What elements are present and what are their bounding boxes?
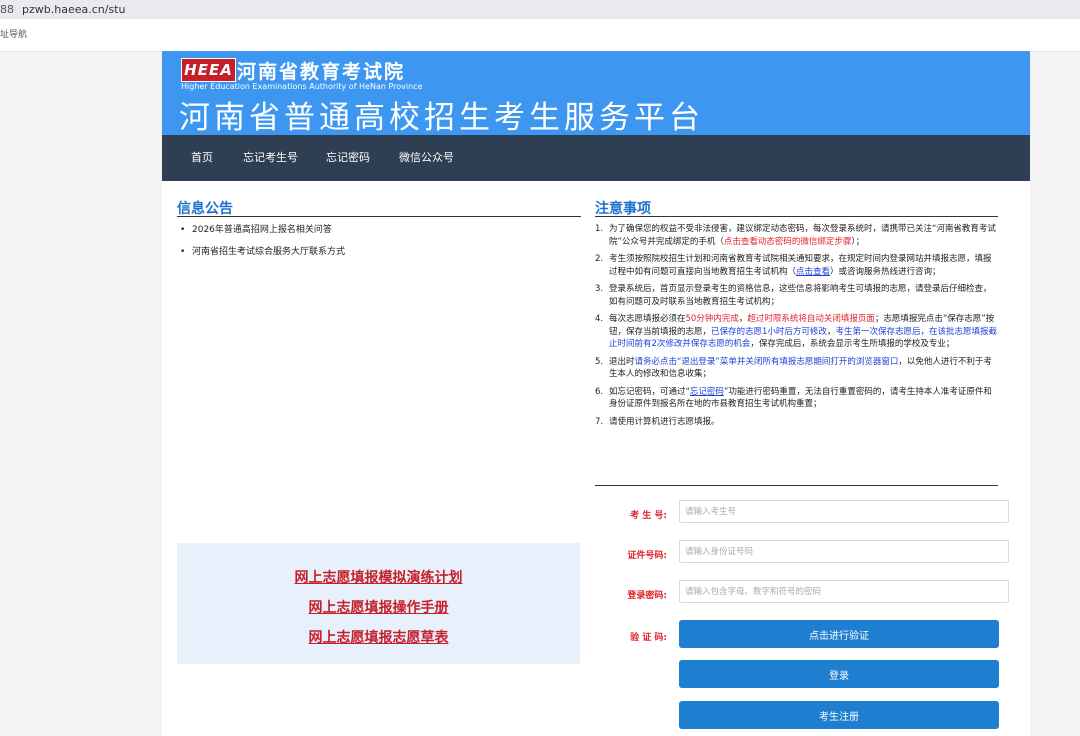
announcements-title: 信息公告 [177, 201, 233, 217]
note-text: ）； [851, 236, 865, 247]
note-text: 退出时 [609, 356, 635, 367]
note-item: 4. 每次志愿填报必须在50分钟内完成，超过时限系统将自动关闭填报页面；志愿填报完… [595, 313, 997, 351]
captcha-verify-button[interactable]: 点击进行验证 [679, 620, 999, 648]
note-text: ）或咨询服务热线进行咨询； [830, 266, 941, 277]
header-banner: HEEA 河南省教育考试院 Higher Education Examinati… [162, 51, 1030, 136]
exam-number-input[interactable] [679, 500, 1009, 523]
note-item: 1. 为了确保您的权益不受非法侵害，建议绑定动态密码，每次登录系统时，请携带已关注… [595, 223, 997, 248]
resource-links-panel: 网上志愿填报模拟演练计划 网上志愿填报操作手册 网上志愿填报志愿草表 [177, 543, 580, 664]
note-text: 如忘记密码，可通过“ [609, 386, 690, 397]
note-highlight-red: 超过时限系统将自动关闭填报页面 [747, 314, 875, 324]
note-number: 6. [595, 386, 604, 397]
page-container: HEEA 河南省教育考试院 Higher Education Examinati… [162, 51, 1030, 736]
nav-forgot-exam-number[interactable]: 忘记考生号 [243, 135, 298, 181]
note-text: 登录系统后，首页显示登录考生的资格信息，这些信息将影响考生可填报的志愿，请登录后… [609, 284, 992, 307]
note-item: 2. 考生须按照院校招生计划和河南省教育考试院相关通知要求，在规定时间内登录网站并… [595, 253, 997, 278]
note-number: 4. [595, 314, 604, 324]
nav-home[interactable]: 首页 [191, 135, 213, 181]
password-input[interactable] [679, 580, 1009, 603]
announcement-item[interactable]: 2026年普通高招网上报名相关问答 [177, 223, 557, 245]
note-highlight-blue: 已保存的志愿1小时后方可修改 [711, 326, 827, 337]
note-link[interactable]: 点击查看 [796, 267, 830, 277]
login-button[interactable]: 登录 [679, 660, 999, 688]
id-number-input[interactable] [679, 540, 1009, 563]
note-number: 2. [595, 254, 604, 264]
note-item: 5. 退出时请务必点击“退出登录”菜单并关闭所有填报志愿期间打开的浏览器窗口，以免… [595, 356, 997, 381]
note-item: 7. 请使用计算机进行志愿填报。 [595, 416, 997, 429]
url-text[interactable]: pzwb.haeea.cn/stu [22, 0, 125, 19]
notes-list: 1. 为了确保您的权益不受非法侵害，建议绑定动态密码，每次登录系统时，请携带已关注… [595, 223, 997, 433]
institution-name-en: Higher Education Examinations Authority … [181, 82, 423, 91]
notes-bottom-divider [595, 485, 998, 486]
announcements-list: 2026年普通高招网上报名相关问答 河南省招生考试综合服务大厅联系方式 [177, 223, 557, 267]
note-item: 6. 如忘记密码，可通过“忘记密码”功能进行密码重置，无法自行重置密码的，请考生持… [595, 386, 997, 411]
institution-name-cn: 河南省教育考试院 [237, 61, 406, 83]
link-simulation-plan[interactable]: 网上志愿填报模拟演练计划 [177, 567, 580, 587]
register-button[interactable]: 考生注册 [679, 701, 999, 729]
note-highlight-red[interactable]: 点击查看动态密码的微信绑定步骤 [724, 237, 852, 247]
password-label: 登录密码: [627, 591, 667, 601]
note-number: 5. [595, 356, 604, 367]
exam-number-label: 考 生 号: [630, 511, 667, 521]
nav-wechat-account[interactable]: 微信公众号 [399, 135, 454, 181]
note-number: 3. [595, 284, 604, 294]
address-bar[interactable]: 88 pzwb.haeea.cn/stu [0, 0, 1080, 19]
link-draft-form[interactable]: 网上志愿填报志愿草表 [177, 627, 580, 647]
note-text: ，保存完成后，系统会显示考生所填报的学校及专业； [750, 339, 955, 349]
note-highlight-red: 50分钟内完成 [685, 314, 739, 324]
heea-logo-icon: HEEA [181, 58, 236, 82]
note-number: 1. [595, 224, 604, 234]
notes-title: 注意事项 [595, 201, 651, 217]
bookmark-item[interactable]: 址导航 [0, 19, 27, 51]
platform-title: 河南省普通高校招生考生服务平台 [179, 100, 704, 136]
note-text: 请使用计算机进行志愿填报。 [609, 416, 720, 427]
note-highlight-blue: 请务必点击“退出登录”菜单并关闭所有填报志愿期间打开的浏览器窗口 [634, 356, 899, 367]
captcha-label: 验 证 码: [630, 633, 667, 643]
bookmarks-bar: 址导航 [0, 19, 1080, 52]
note-item: 3. 登录系统后，首页显示登录考生的资格信息，这些信息将影响考生可填报的志愿，请登… [595, 283, 997, 308]
announcement-item[interactable]: 河南省招生考试综合服务大厅联系方式 [177, 245, 557, 267]
nav-forgot-password[interactable]: 忘记密码 [326, 135, 370, 181]
note-number: 7. [595, 416, 604, 427]
main-nav: 首页 忘记考生号 忘记密码 微信公众号 [162, 135, 1030, 181]
announcements-divider [177, 216, 581, 217]
link-operation-manual[interactable]: 网上志愿填报操作手册 [177, 597, 580, 617]
apps-grid-icon[interactable]: 88 [0, 0, 14, 19]
notes-divider [595, 216, 998, 217]
note-text: 每次志愿填报必须在 [609, 314, 686, 324]
id-number-label: 证件号码: [627, 551, 667, 561]
note-link[interactable]: 忘记密码 [690, 387, 724, 397]
